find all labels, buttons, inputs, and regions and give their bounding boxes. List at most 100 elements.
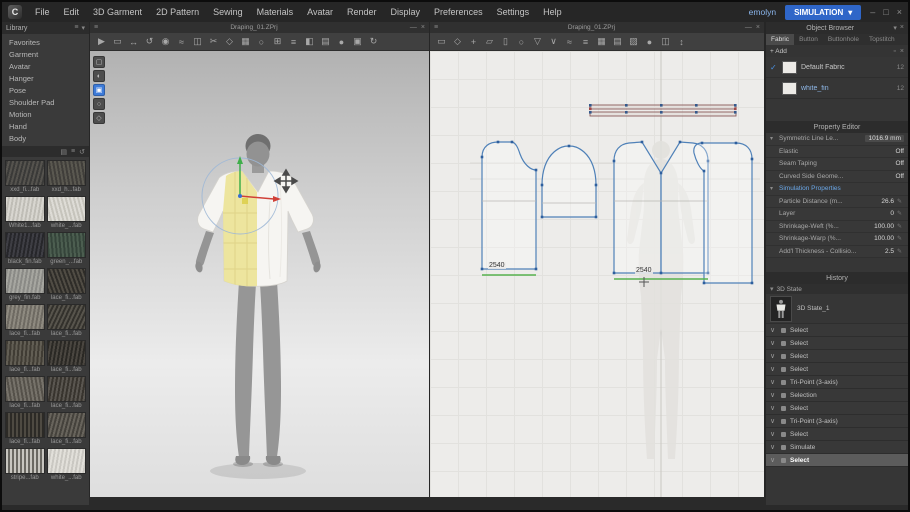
history-item[interactable]: ∨Tri-Point (3-axis) (766, 376, 908, 389)
user-name[interactable]: emolyn (749, 7, 776, 17)
property-value[interactable]: Off (895, 173, 904, 180)
minimize-icon[interactable]: — (745, 24, 752, 31)
close-icon[interactable]: × (897, 7, 902, 17)
property-value[interactable]: 1016.9 mm (865, 135, 904, 142)
property-value[interactable]: Off (895, 160, 904, 167)
menu-icon[interactable]: ≡ (74, 24, 78, 32)
panel-menu-icon[interactable]: ≡ (434, 24, 438, 31)
menu-item-edit[interactable]: Edit (57, 2, 87, 22)
measure-2d-tool[interactable]: ◫ (658, 35, 673, 49)
minimize-icon[interactable]: – (870, 7, 875, 17)
property-row-symmetric-line-le[interactable]: ▾Symmetric Line Le...1016.9 mm (766, 133, 908, 146)
simulation-button[interactable]: SIMULATION ▾ (785, 5, 861, 20)
fabric-thumbnail[interactable]: white_...fab (47, 448, 87, 482)
fabric-item[interactable]: ✓Default Fabric12 (766, 57, 908, 78)
maximize-icon[interactable]: □ (883, 7, 888, 17)
history-item[interactable]: ∨Select (766, 337, 908, 350)
menu-item-materials[interactable]: Materials (250, 2, 301, 22)
pattern-piece-back[interactable] (481, 141, 538, 271)
menu-item-3d-garment[interactable]: 3D Garment (86, 2, 149, 22)
pencil-icon[interactable]: ✎ (897, 198, 904, 205)
history-item[interactable]: ∨Simulate (766, 441, 908, 454)
fabric-thumbnail[interactable]: black_fin.fab (5, 232, 45, 266)
move-tool[interactable]: ↔ (126, 35, 141, 49)
select-tool[interactable]: ▭ (110, 35, 125, 49)
arrangement-tool[interactable]: ⊞ (270, 35, 285, 49)
menu-item-settings[interactable]: Settings (490, 2, 537, 22)
dart-tool[interactable]: ▽ (530, 35, 545, 49)
copy-icon[interactable]: ▫ (893, 48, 895, 55)
trace-tool[interactable]: ▦ (594, 35, 609, 49)
history-state-item[interactable]: 3D State_1 (766, 294, 908, 324)
menu-item-sewing[interactable]: Sewing (206, 2, 250, 22)
history-item[interactable]: ∨Select (766, 350, 908, 363)
history-item[interactable]: ∨Select (766, 324, 908, 337)
rectangle-tool[interactable]: ▯ (498, 35, 513, 49)
list-view-icon[interactable]: ≡ (71, 148, 75, 155)
property-value[interactable]: 100.00 (874, 235, 894, 242)
history-item[interactable]: ∨Select (766, 428, 908, 441)
library-item-shoulder-pad[interactable]: Shoulder Pad (2, 96, 89, 108)
fabric-item[interactable]: white_fin12 (766, 78, 908, 99)
circle-tool[interactable]: ○ (514, 35, 529, 49)
tab-buttonhole[interactable]: Buttonhole (823, 34, 864, 45)
history-state-row[interactable]: ▾ 3D State (766, 284, 908, 294)
fabric-thumbnail[interactable]: lace_fi...fab (5, 340, 45, 374)
property-row-shrinkage-weft[interactable]: Shrinkage-Weft (%...100.00✎ (766, 221, 908, 234)
menu-item-file[interactable]: File (28, 2, 57, 22)
pencil-icon[interactable]: ✎ (897, 248, 904, 255)
mirror-tool[interactable]: ◧ (302, 35, 317, 49)
fabric-thumbnail[interactable]: lace_fi...fab (47, 376, 87, 410)
pencil-icon[interactable]: ✎ (897, 223, 904, 230)
pencil-icon[interactable]: ✎ (897, 235, 904, 242)
app-logo-icon[interactable]: C (8, 5, 22, 19)
menu-item-render[interactable]: Render (340, 2, 384, 22)
property-row-seam-taping[interactable]: Seam TapingOff (766, 158, 908, 171)
rotate-tool[interactable]: ↺ (142, 35, 157, 49)
library-item-hand[interactable]: Hand (2, 120, 89, 132)
notch-tool[interactable]: ∨ (546, 35, 561, 49)
fabric-thumbnail[interactable]: grey_fin.fab (5, 268, 45, 302)
fabric-thumbnail[interactable]: green_...fab (47, 232, 87, 266)
viewport-2d-canvas[interactable]: 2540 2540 (430, 51, 764, 497)
property-row-add-l-thickness-collisio[interactable]: Add'l Thickness - Collisio...2.5✎ (766, 246, 908, 259)
minimize-icon[interactable]: — (410, 24, 417, 31)
fabric-thumbnail[interactable]: xxd_fi...fab (5, 160, 45, 194)
history-item[interactable]: ∨Select (766, 454, 908, 467)
tab-topstitch[interactable]: Topstitch (864, 34, 900, 45)
texture-tool[interactable]: ▦ (238, 35, 253, 49)
property-row-particle-distance-m[interactable]: Particle Distance (m...26.6✎ (766, 196, 908, 209)
property-row-elastic[interactable]: ElasticOff (766, 146, 908, 159)
property-row-shrinkage-warp[interactable]: Shrinkage-Warp (%...100.00✎ (766, 233, 908, 246)
layer-tool[interactable]: ≡ (286, 35, 301, 49)
fabric-thumbnail[interactable]: lace_fi...fab (47, 412, 87, 446)
viewport-3d-canvas[interactable]: ▢◐▣○◇ (90, 51, 429, 497)
tab-fabric[interactable]: Fabric (766, 34, 794, 45)
pencil-icon[interactable]: ✎ (897, 210, 904, 217)
library-item-favorites[interactable]: Favorites (2, 36, 89, 48)
polygon-tool[interactable]: ▱ (482, 35, 497, 49)
scissors-tool[interactable]: ✂ (206, 35, 221, 49)
texture-edit-tool[interactable]: ▨ (626, 35, 641, 49)
menu-item-avatar[interactable]: Avatar (300, 2, 340, 22)
reset-view-tool[interactable]: ↻ (366, 35, 381, 49)
menu-item-preferences[interactable]: Preferences (427, 2, 490, 22)
menu-item-help[interactable]: Help (536, 2, 569, 22)
fabric-thumbnail[interactable]: white_...fab (47, 196, 87, 230)
close-icon[interactable]: × (756, 24, 760, 31)
fabric-thumbnail[interactable]: lace_fi...fab (5, 304, 45, 338)
simulate-tool[interactable]: ▶ (94, 35, 109, 49)
close-icon[interactable]: × (421, 24, 425, 31)
pin-tool[interactable]: ◉ (158, 35, 173, 49)
fabric-thumbnail[interactable]: lace_fi...fab (47, 304, 87, 338)
property-row-simulation-properties[interactable]: ▾Simulation Properties (766, 183, 908, 196)
library-item-body[interactable]: Body (2, 132, 89, 144)
light-tool[interactable]: ● (334, 35, 349, 49)
history-item[interactable]: ∨Selection (766, 389, 908, 402)
property-value[interactable]: 2.5 (885, 248, 894, 255)
avatar-tool[interactable]: ○ (254, 35, 269, 49)
property-value[interactable]: Off (895, 148, 904, 155)
pattern-piece-sleeve[interactable] (541, 145, 598, 219)
internal-line-tool[interactable]: ≡ (578, 35, 593, 49)
add-button[interactable]: + Add (770, 48, 787, 55)
